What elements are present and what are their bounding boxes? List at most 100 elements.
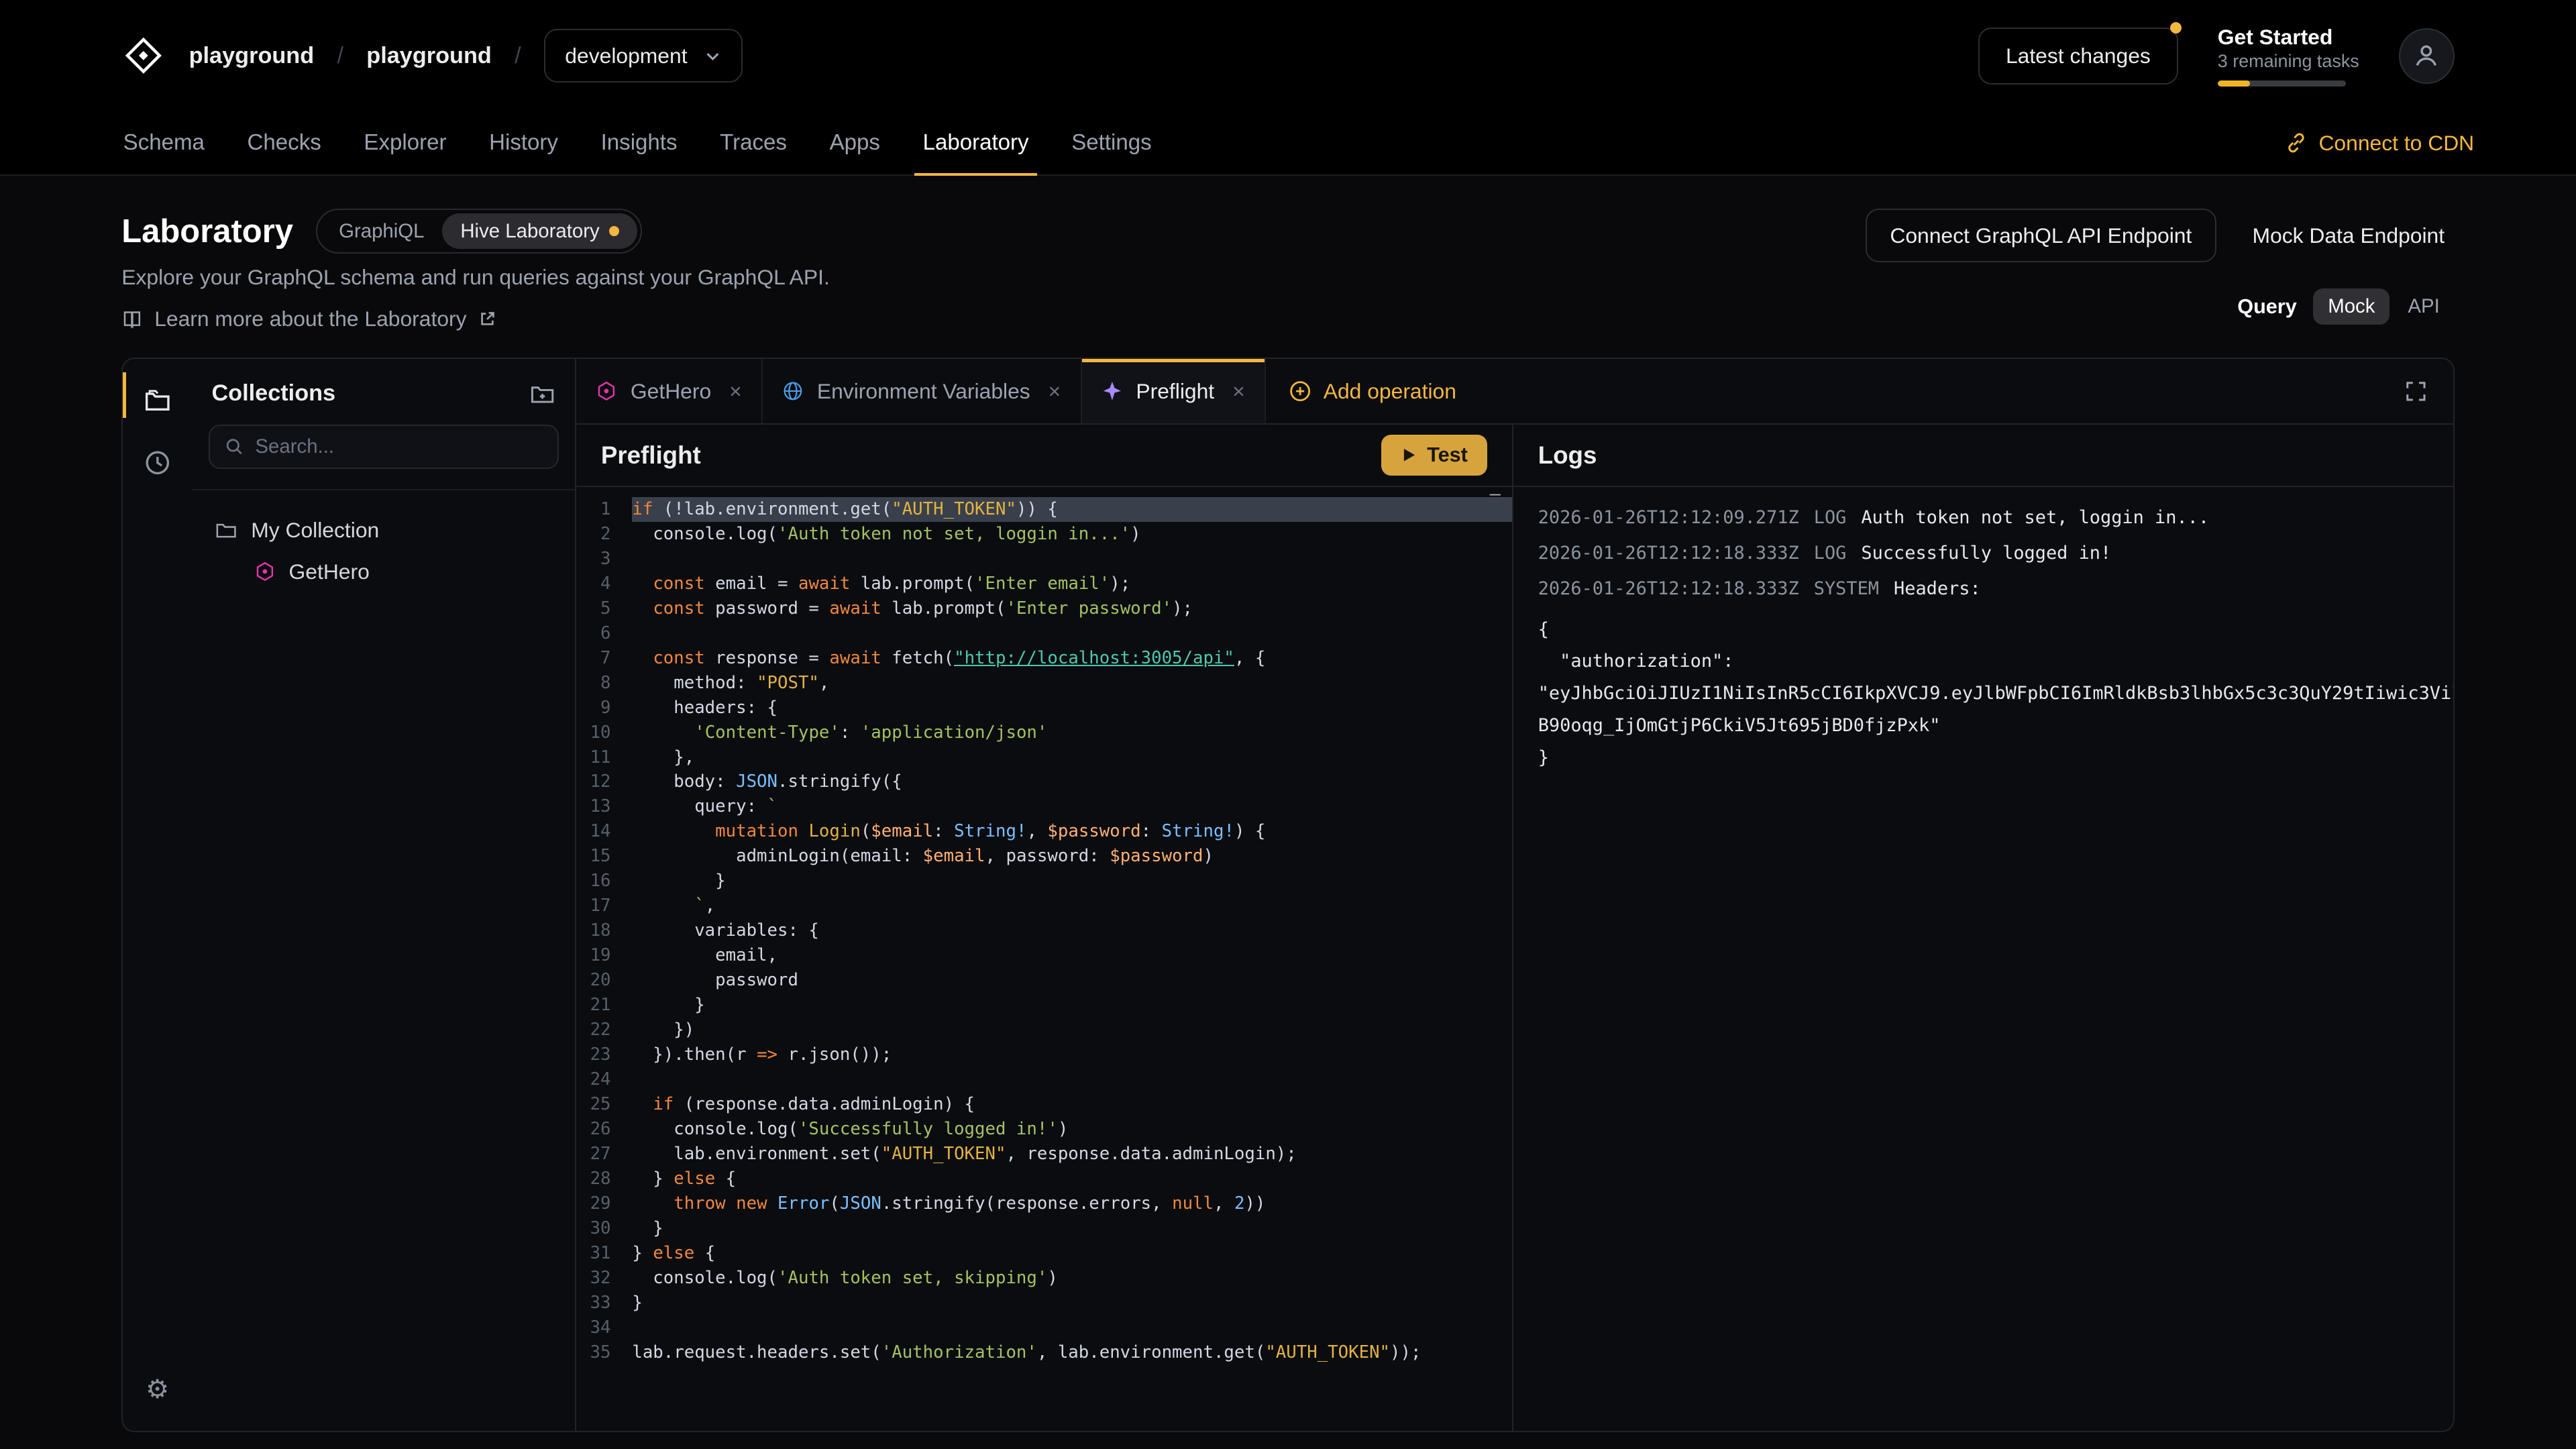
log-entry: 2026-01-26T12:12:18.333ZSYSTEMHeaders: bbox=[1538, 578, 2428, 599]
code-line[interactable]: 4 const email = await lab.prompt('Enter … bbox=[576, 572, 1512, 596]
nav-tab-apps[interactable]: Apps bbox=[808, 112, 902, 175]
log-timestamp: 2026-01-26T12:12:18.333Z bbox=[1538, 543, 1799, 564]
code-line[interactable]: 27 lab.environment.set("AUTH_TOKEN", res… bbox=[576, 1142, 1512, 1167]
nav-tab-checks[interactable]: Checks bbox=[226, 112, 343, 175]
code-line-content bbox=[632, 621, 1512, 646]
code-line-content: variables: { bbox=[632, 918, 1512, 943]
code-line[interactable]: 30 } bbox=[576, 1216, 1512, 1241]
fullscreen-button[interactable] bbox=[2379, 359, 2453, 423]
code-line[interactable]: 2 console.log('Auth token not set, loggi… bbox=[576, 522, 1512, 547]
code-line[interactable]: 7 const response = await fetch("http://l… bbox=[576, 646, 1512, 671]
line-number: 24 bbox=[576, 1067, 632, 1092]
code-line[interactable]: 28 } else { bbox=[576, 1167, 1512, 1191]
test-button[interactable]: Test bbox=[1381, 435, 1488, 476]
collection-operation-gethero[interactable]: GetHero bbox=[205, 551, 562, 592]
query-label: Query bbox=[2237, 295, 2296, 319]
history-rail-button[interactable] bbox=[133, 438, 182, 487]
new-collection-icon[interactable] bbox=[529, 380, 555, 407]
code-line[interactable]: 21 } bbox=[576, 993, 1512, 1018]
breadcrumb-project[interactable]: playground bbox=[366, 43, 492, 69]
code-line[interactable]: 13 query: ` bbox=[576, 794, 1512, 819]
query-mode-mock[interactable]: Mock bbox=[2313, 288, 2390, 325]
code-line[interactable]: 16 } bbox=[576, 869, 1512, 894]
link-icon bbox=[2286, 132, 2307, 154]
code-line[interactable]: 17 `, bbox=[576, 894, 1512, 918]
nav-tab-settings[interactable]: Settings bbox=[1050, 112, 1173, 175]
line-number: 19 bbox=[576, 943, 632, 968]
connect-cdn-link[interactable]: Connect to CDN bbox=[2286, 112, 2474, 175]
search-input[interactable] bbox=[255, 435, 542, 458]
code-line[interactable]: 25 if (response.data.adminLogin) { bbox=[576, 1092, 1512, 1117]
query-mode-api[interactable]: API bbox=[2393, 288, 2454, 325]
settings-rail-button[interactable]: ⚙ bbox=[133, 1365, 182, 1414]
code-line[interactable]: 14 mutation Login($email: String!, $pass… bbox=[576, 819, 1512, 844]
target-selector[interactable]: development bbox=[544, 29, 743, 83]
code-line[interactable]: 8 method: "POST", bbox=[576, 671, 1512, 696]
tab-preflight[interactable]: Preflight× bbox=[1082, 359, 1266, 423]
log-entry: 2026-01-26T12:12:18.333ZLOGSuccessfully … bbox=[1538, 543, 2428, 564]
close-tab-icon[interactable]: × bbox=[1232, 379, 1245, 404]
line-number: 11 bbox=[576, 745, 632, 770]
code-line-content: } bbox=[632, 993, 1512, 1018]
mode-graphiql[interactable]: GraphiQL bbox=[321, 213, 442, 250]
code-line[interactable]: 3 bbox=[576, 547, 1512, 572]
learn-more-link[interactable]: Learn more about the Laboratory bbox=[121, 307, 830, 331]
code-line[interactable]: 31} else { bbox=[576, 1241, 1512, 1266]
line-number: 32 bbox=[576, 1266, 632, 1291]
code-line[interactable]: 10 'Content-Type': 'application/json' bbox=[576, 720, 1512, 745]
close-tab-icon[interactable]: × bbox=[729, 379, 742, 404]
log-timestamp: 2026-01-26T12:12:09.271Z bbox=[1538, 507, 1799, 528]
code-line[interactable]: 6 bbox=[576, 621, 1512, 646]
nav-tab-explorer[interactable]: Explorer bbox=[343, 112, 468, 175]
code-line[interactable]: 22 }) bbox=[576, 1018, 1512, 1042]
top-header: playground / playground / development La… bbox=[0, 0, 2576, 112]
tab-environment-variables[interactable]: Environment Variables× bbox=[763, 359, 1082, 423]
code-editor[interactable]: — 1if (!lab.environment.get("AUTH_TOKEN"… bbox=[576, 487, 1512, 1431]
mode-hive-laboratory[interactable]: Hive Laboratory bbox=[442, 213, 637, 250]
line-number: 14 bbox=[576, 819, 632, 844]
code-line[interactable]: 35lab.request.headers.set('Authorization… bbox=[576, 1340, 1512, 1365]
breadcrumb-org[interactable]: playground bbox=[189, 43, 315, 69]
code-line-content: throw new Error(JSON.stringify(response.… bbox=[632, 1191, 1512, 1216]
code-line[interactable]: 18 variables: { bbox=[576, 918, 1512, 943]
code-line-content: query: ` bbox=[632, 794, 1512, 819]
tab-label: GetHero bbox=[631, 379, 711, 404]
code-line[interactable]: 5 const password = await lab.prompt('Ent… bbox=[576, 596, 1512, 621]
collections-search[interactable] bbox=[209, 425, 559, 469]
nav-tab-schema[interactable]: Schema bbox=[102, 112, 226, 175]
code-line[interactable]: 32 console.log('Auth token set, skipping… bbox=[576, 1266, 1512, 1291]
hive-logo[interactable] bbox=[121, 34, 166, 78]
nav-tab-traces[interactable]: Traces bbox=[698, 112, 808, 175]
add-operation-button[interactable]: Add operation bbox=[1266, 359, 1479, 423]
nav-tab-history[interactable]: History bbox=[468, 112, 579, 175]
code-line[interactable]: 33} bbox=[576, 1291, 1512, 1316]
nav-tab-insights[interactable]: Insights bbox=[580, 112, 699, 175]
get-started-widget[interactable]: Get Started 3 remaining tasks bbox=[2218, 25, 2359, 87]
code-line[interactable]: 23 }).then(r => r.json()); bbox=[576, 1042, 1512, 1067]
user-avatar[interactable] bbox=[2399, 28, 2455, 84]
mock-endpoint-button[interactable]: Mock Data Endpoint bbox=[2243, 210, 2455, 261]
code-line[interactable]: 19 email, bbox=[576, 943, 1512, 968]
code-line[interactable]: 20 password bbox=[576, 968, 1512, 993]
code-line[interactable]: 9 headers: { bbox=[576, 696, 1512, 720]
mode-active-dot bbox=[609, 226, 619, 236]
logs-output[interactable]: 2026-01-26T12:12:09.271ZLOGAuth token no… bbox=[1513, 487, 2453, 1431]
code-line[interactable]: 26 console.log('Successfully logged in!'… bbox=[576, 1117, 1512, 1142]
code-line[interactable]: 1if (!lab.environment.get("AUTH_TOKEN"))… bbox=[576, 497, 1512, 522]
code-line[interactable]: 12 body: JSON.stringify({ bbox=[576, 769, 1512, 794]
code-line[interactable]: 29 throw new Error(JSON.stringify(respon… bbox=[576, 1191, 1512, 1216]
code-line[interactable]: 24 bbox=[576, 1067, 1512, 1092]
code-line[interactable]: 15 adminLogin(email: $email, password: $… bbox=[576, 844, 1512, 869]
collection-folder-my-collection[interactable]: My Collection bbox=[205, 510, 562, 551]
latest-changes-button[interactable]: Latest changes bbox=[1978, 28, 2178, 85]
collections-rail-button[interactable] bbox=[133, 376, 182, 425]
connect-endpoint-button[interactable]: Connect GraphQL API Endpoint bbox=[1866, 209, 2216, 262]
code-line-content: console.log('Auth token not set, loggin … bbox=[632, 522, 1512, 547]
scrollbar-thumb[interactable]: — bbox=[1490, 487, 1501, 504]
nav-tab-laboratory[interactable]: Laboratory bbox=[902, 112, 1051, 175]
code-line[interactable]: 34 bbox=[576, 1316, 1512, 1340]
code-line[interactable]: 11 }, bbox=[576, 745, 1512, 770]
close-tab-icon[interactable]: × bbox=[1049, 379, 1061, 404]
tab-gethero[interactable]: GetHero × bbox=[576, 359, 763, 423]
code-line-content: 'Content-Type': 'application/json' bbox=[632, 720, 1512, 745]
